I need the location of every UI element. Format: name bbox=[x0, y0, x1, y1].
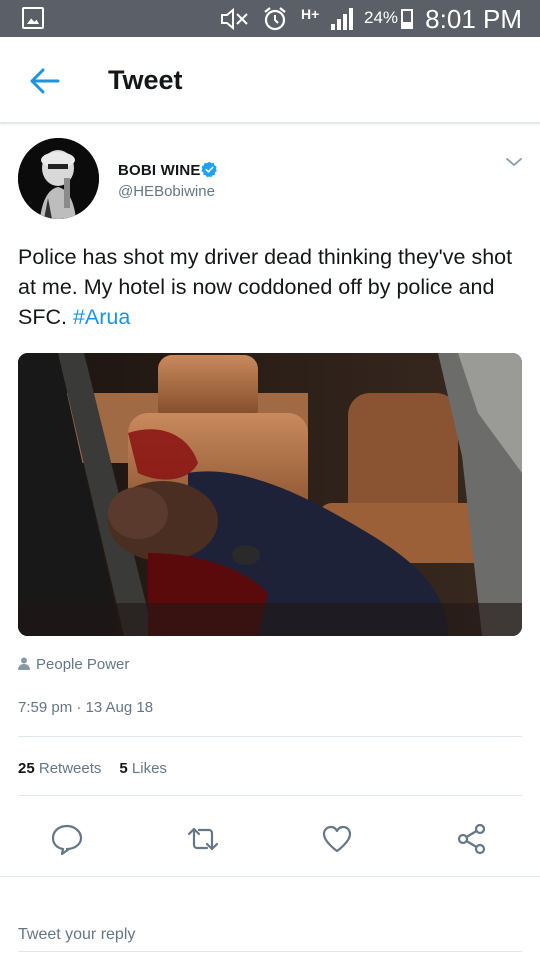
heart-icon[interactable] bbox=[320, 822, 354, 856]
tweet-location[interactable]: People Power bbox=[18, 656, 129, 673]
likes-stat[interactable]: 5 Likes bbox=[119, 760, 167, 777]
network-type-icon: H+ bbox=[301, 6, 320, 22]
mute-icon bbox=[221, 8, 248, 30]
location-label: People Power bbox=[36, 656, 130, 673]
tweet-photo[interactable] bbox=[18, 353, 522, 636]
status-time: 8:01 PM bbox=[425, 4, 522, 34]
alarm-icon bbox=[264, 7, 286, 31]
divider bbox=[18, 736, 522, 737]
retweets-count: 25 bbox=[18, 760, 35, 777]
likes-label: Likes bbox=[131, 760, 167, 777]
reply-input[interactable] bbox=[18, 918, 522, 952]
hashtag-link[interactable]: #Arua bbox=[73, 305, 130, 329]
retweets-label: Retweets bbox=[38, 760, 102, 777]
tweet-text: Police has shot my driver dead thinking … bbox=[18, 242, 523, 332]
gallery-icon bbox=[22, 7, 44, 29]
author-name[interactable]: BOBI WINE bbox=[118, 162, 201, 179]
battery-icon bbox=[401, 9, 413, 29]
chevron-down-icon[interactable] bbox=[504, 152, 524, 172]
retweet-icon[interactable] bbox=[186, 822, 220, 856]
divider bbox=[0, 876, 540, 877]
share-icon[interactable] bbox=[455, 822, 489, 856]
author-handle[interactable]: @HEBobiwine bbox=[118, 183, 215, 200]
person-icon bbox=[18, 657, 30, 670]
signal-icon bbox=[331, 8, 357, 30]
page-title: Tweet bbox=[108, 65, 183, 95]
reply-icon[interactable] bbox=[50, 822, 84, 856]
tweet-timestamp: 7:59 pm · 13 Aug 18 bbox=[18, 699, 154, 716]
tweet-stats: 25 Retweets 5 Likes bbox=[18, 760, 167, 777]
verified-badge-icon bbox=[201, 161, 217, 178]
likes-count: 5 bbox=[119, 760, 128, 777]
divider bbox=[18, 795, 522, 796]
battery-percent: 24% bbox=[364, 8, 399, 27]
app-header: Tweet bbox=[0, 37, 540, 123]
retweets-stat[interactable]: 25 Retweets bbox=[18, 760, 101, 777]
avatar[interactable] bbox=[18, 138, 99, 219]
status-bar: H+ 24% 8:01 PM bbox=[0, 0, 540, 37]
arrow-left-icon[interactable] bbox=[26, 63, 62, 99]
